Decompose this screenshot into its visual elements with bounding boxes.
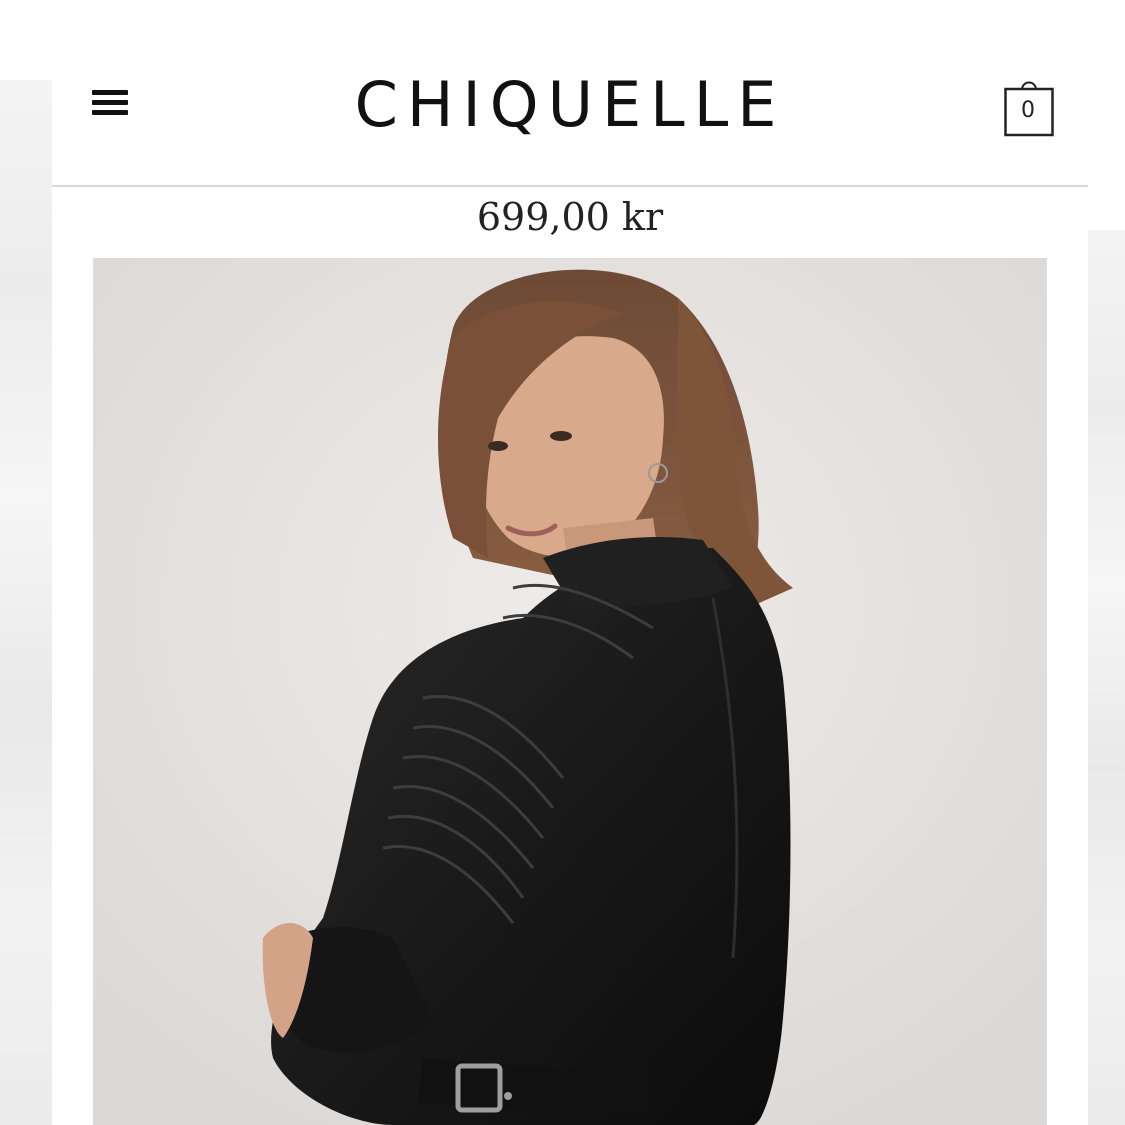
background-image-left xyxy=(0,80,52,1125)
page: CHIQUELLE 0 699,00 kr xyxy=(0,0,1125,1125)
header-divider xyxy=(52,185,1088,187)
product-photo xyxy=(93,258,1047,1125)
background-image-right xyxy=(1087,230,1125,1125)
product-price: 699,00 kr xyxy=(476,195,664,239)
cart-count: 0 xyxy=(1021,98,1035,123)
cart-button[interactable]: 0 xyxy=(1004,78,1054,137)
brand-logo[interactable]: CHIQUELLE xyxy=(52,70,1088,140)
product-image[interactable] xyxy=(93,258,1047,1125)
header: CHIQUELLE 0 xyxy=(52,40,1088,185)
product-panel: CHIQUELLE 0 699,00 kr xyxy=(52,0,1088,1125)
